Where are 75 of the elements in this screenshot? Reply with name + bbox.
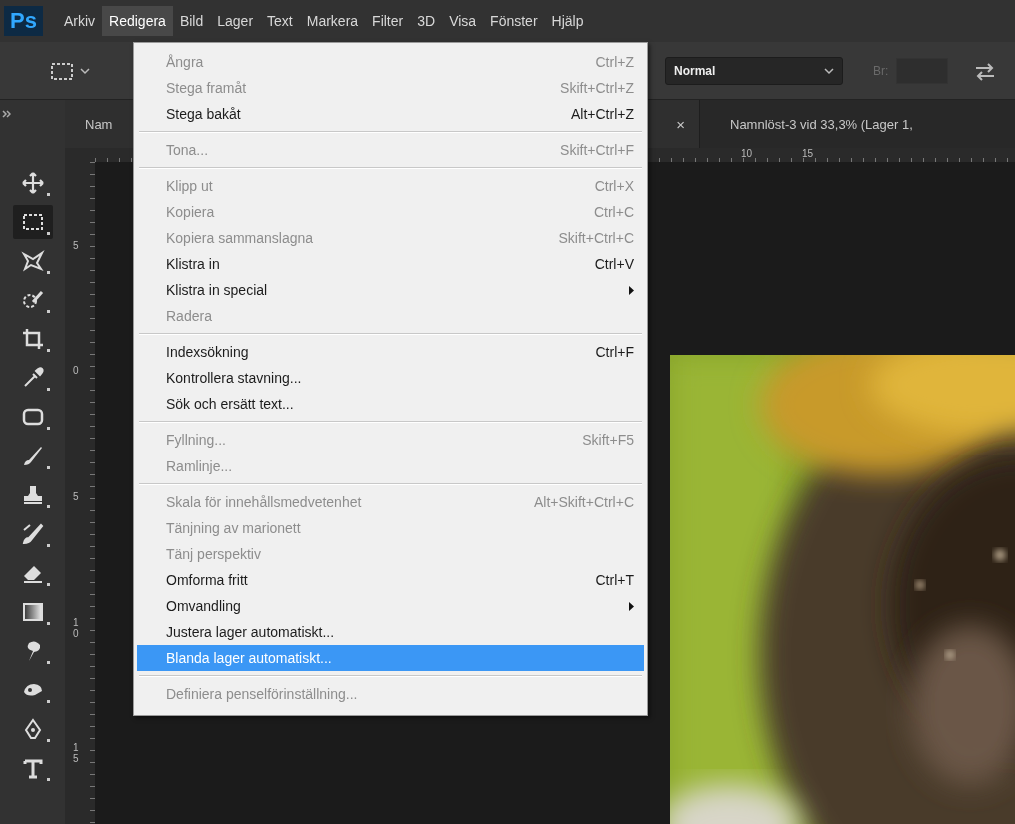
menu-item-label: Klistra in special: [166, 282, 269, 298]
menu-item[interactable]: Klistra in special: [137, 277, 644, 303]
menu-title[interactable]: 3D: [410, 6, 443, 36]
menu-item-label: Indexsökning: [166, 344, 250, 360]
lasso-icon: [20, 249, 45, 273]
menu-item-label: Kontrollera stavning...: [166, 370, 303, 386]
menu-item[interactable]: Kontrollera stavning...: [137, 365, 644, 391]
menu-item-label: Tona...: [166, 142, 210, 158]
menu-title[interactable]: Text: [260, 6, 300, 36]
menu-title[interactable]: Fönster: [483, 6, 545, 36]
close-tab-button[interactable]: ×: [676, 115, 685, 133]
menu-title[interactable]: Hjälp: [544, 6, 591, 36]
ruler-label: 10: [741, 148, 753, 159]
menu-item-label: Sök och ersätt text...: [166, 396, 295, 412]
menu-title[interactable]: Visa: [442, 6, 484, 36]
menu-item-label: Radera: [166, 308, 213, 324]
menu-item-label: Definiera penselförinställning...: [166, 686, 359, 702]
menu-title[interactable]: Markera: [299, 6, 366, 36]
menu-item[interactable]: Sök och ersätt text...: [137, 391, 644, 417]
menu-item-label: Fyllning...: [166, 432, 227, 448]
ruler-label: 5: [73, 491, 79, 502]
shortcut-label: Skift+F5: [582, 432, 634, 448]
shortcut-label: Skift+Ctrl+C: [558, 230, 634, 246]
menu-item-label: Tänjning av marionett: [166, 520, 302, 536]
menu-title[interactable]: Bild: [172, 6, 211, 36]
shortcut-label: Alt+Skift+Ctrl+C: [534, 494, 634, 510]
menu-item-label: Omvandling: [166, 598, 242, 614]
move-icon: [20, 171, 45, 195]
shortcut-label: Skift+Ctrl+F: [560, 142, 634, 158]
history-brush-icon: [20, 522, 45, 546]
menu-item-label: Klipp ut: [166, 178, 214, 194]
blend-mode-dropdown[interactable]: Normal: [665, 56, 843, 85]
shortcut-label: Ctrl+Z: [595, 54, 634, 70]
shortcut-label: Skift+Ctrl+Z: [560, 80, 634, 96]
menu-item-label: Skala för innehållsmedvetenhet: [166, 494, 363, 510]
menu-item-label: Stega framåt: [166, 80, 248, 96]
menu-title[interactable]: Redigera: [102, 6, 173, 36]
menu-item[interactable]: Justera lager automatiskt...: [137, 619, 644, 645]
menu-item-label: Stega bakåt: [166, 106, 242, 122]
collapse-icon[interactable]: [2, 110, 11, 118]
menu-item-label: Blanda lager automatiskt...: [166, 650, 333, 666]
shortcut-label: Ctrl+X: [594, 178, 634, 194]
crop-icon: [20, 327, 45, 351]
menu-item-label: Omforma fritt: [166, 572, 249, 588]
gradient-icon: [20, 600, 45, 624]
tool-button[interactable]: [12, 205, 53, 239]
ruler-label: 10: [73, 617, 79, 639]
menu-item-label: Ångra: [166, 54, 205, 70]
menu-title[interactable]: Lager: [210, 6, 261, 36]
menu-item[interactable]: Omvandling: [137, 593, 644, 619]
shortcut-label: Ctrl+V: [594, 256, 634, 272]
shortcut-label: Alt+Ctrl+Z: [571, 106, 634, 122]
menu-item-label: Tänj perspektiv: [166, 546, 262, 562]
menu-title[interactable]: Filter: [365, 6, 411, 36]
chevron-icon: [824, 66, 834, 75]
menu-item-label: Justera lager automatiskt...: [166, 624, 336, 640]
shortcut-label: Ctrl+F: [595, 344, 634, 360]
menu-item[interactable]: Stega bakåt Alt+Ctrl+Z: [137, 101, 644, 127]
menu-title[interactable]: Arkiv: [56, 6, 103, 36]
menu-item-label: Kopiera: [166, 204, 216, 220]
shortcut-label: Ctrl+T: [595, 572, 634, 588]
menu-item[interactable]: Indexsökning Ctrl+F: [137, 339, 644, 365]
menu-item-label: Klistra in: [166, 256, 221, 272]
menu-item[interactable]: Omforma fritt Ctrl+T: [137, 567, 644, 593]
menu-item-label: Kopiera sammanslagna: [166, 230, 315, 246]
shortcut-label: Ctrl+C: [593, 204, 634, 220]
ruler-label: 0: [73, 365, 79, 376]
tab-title[interactable]: Nam: [85, 116, 113, 132]
ruler-label: 15: [802, 148, 814, 159]
menu-item-label: Ramlinje...: [166, 458, 234, 474]
ruler-label: 15: [73, 742, 79, 764]
ruler-label: 5: [73, 240, 79, 251]
app-logo: Ps: [4, 6, 43, 36]
chevron-icon[interactable]: [80, 66, 90, 75]
menu-item[interactable]: Klistra in Ctrl+V: [137, 251, 644, 277]
